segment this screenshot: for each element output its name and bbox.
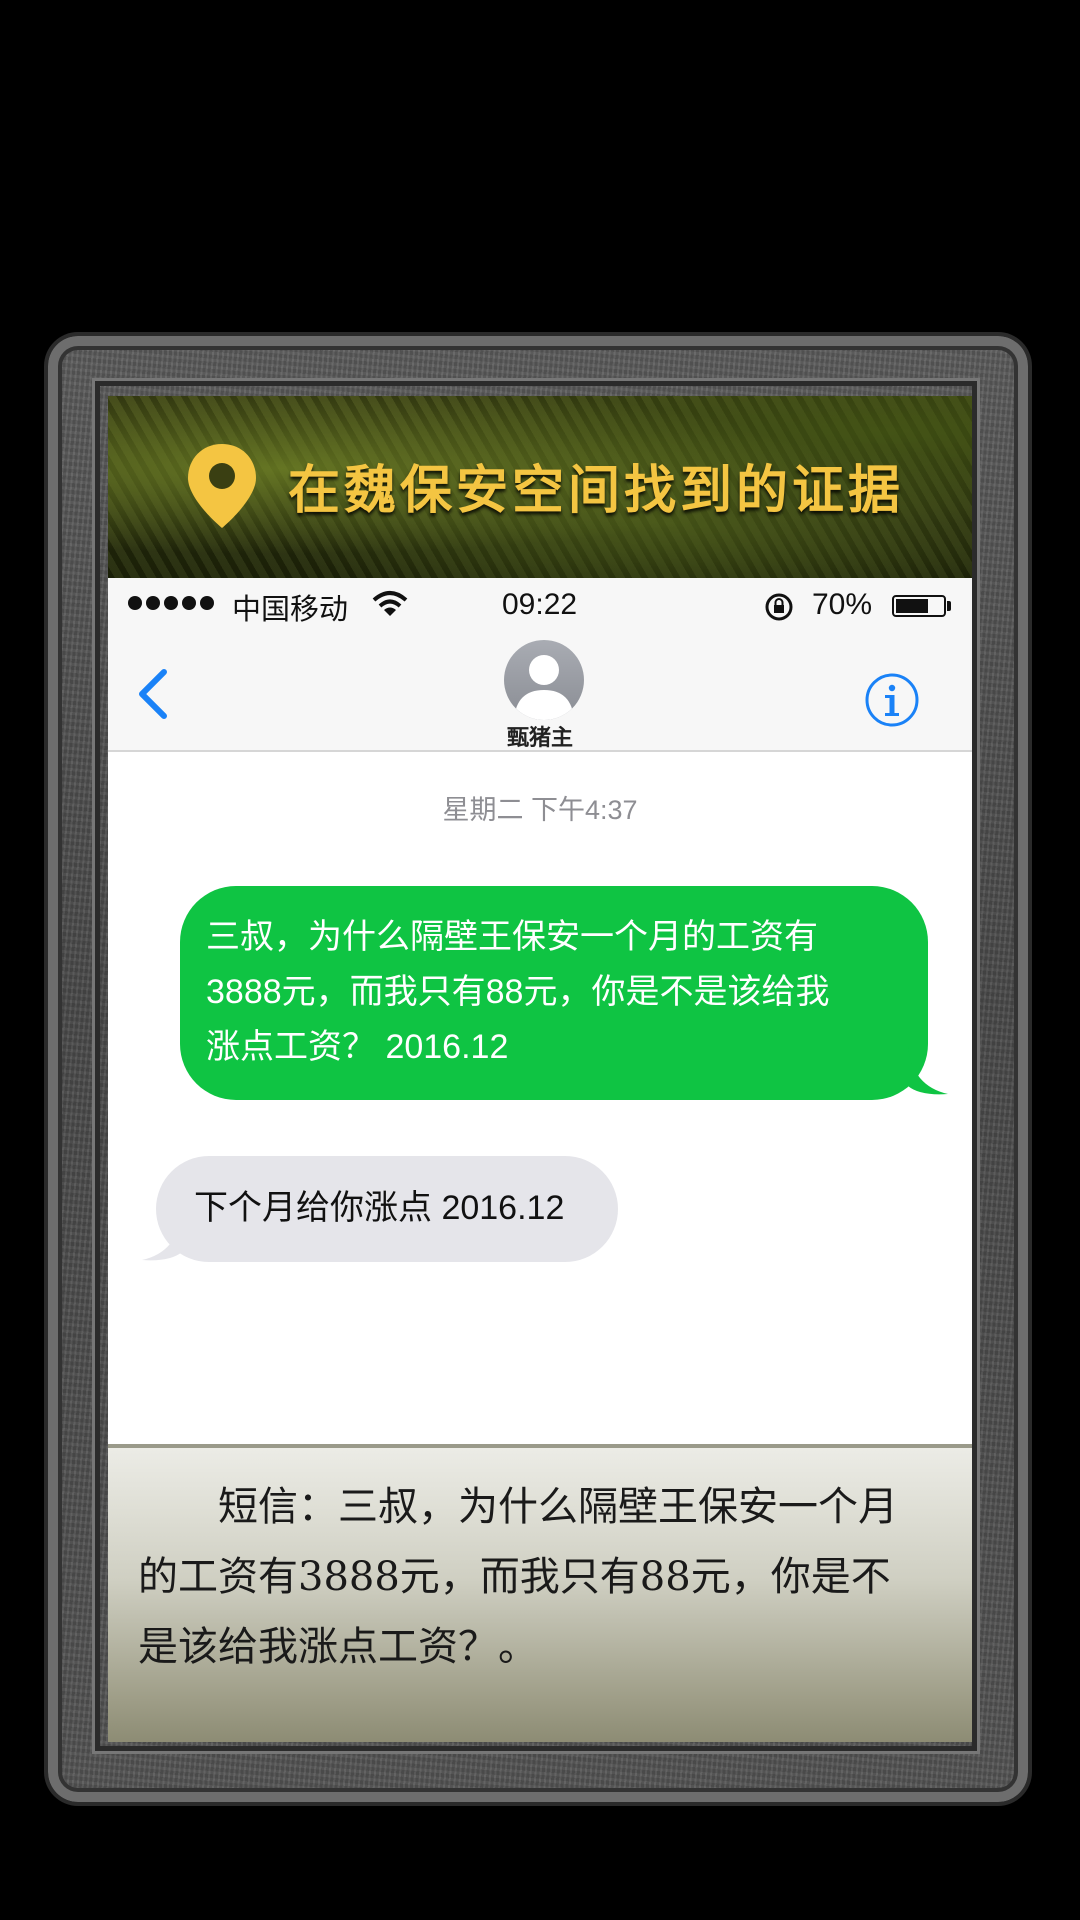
evidence-caption: 短信：三叔，为什么隔壁王保安一个月的工资有3888元，而我只有88元，你是不 是该… <box>108 1444 972 1742</box>
message-line: 3888元，而我只有88元，你是不是该给我 <box>206 973 830 1011</box>
caption-line: 的工资有3888元，而我只有88元，你是不 <box>138 1554 891 1600</box>
contact-avatar[interactable] <box>504 640 584 720</box>
back-chevron-icon[interactable] <box>134 666 174 722</box>
incoming-bubble-tail <box>142 1212 182 1261</box>
location-pin-icon <box>188 444 256 528</box>
outgoing-bubble-tail <box>908 1046 948 1095</box>
contact-name: 甄猪主 <box>506 726 573 751</box>
status-bar: 中国移动 09:22 70% <box>108 578 972 636</box>
evidence-banner: 在魏保安空间找到的证据 <box>108 396 972 578</box>
conversation-nav-bar: 甄猪主 <box>108 636 972 752</box>
carrier-name: 中国移动 <box>232 594 349 626</box>
rotation-lock-icon <box>765 593 793 621</box>
incoming-message-bubble[interactable]: 下个月给你涨点 2016.12 <box>156 1156 618 1262</box>
caption-line: 短信：三叔，为什么隔壁王保安一个月 <box>218 1484 898 1530</box>
battery-percentage: 70% <box>812 588 873 621</box>
phone-screen: 中国移动 09:22 70% 甄猪主 星期二 下午4:37 三叔，为什么隔壁王保… <box>108 578 972 1444</box>
caption-text: 短信：三叔，为什么隔壁王保安一个月的工资有3888元，而我只有88元，你是不 是该… <box>138 1472 942 1682</box>
person-icon <box>514 655 574 720</box>
message-line: 三叔，为什么隔壁王保安一个月的工资有 <box>206 918 818 956</box>
message-line: 下个月给你涨点 2016.12 <box>194 1189 565 1227</box>
message-line: 涨点工资？ 2016.12 <box>206 1028 509 1066</box>
info-icon[interactable] <box>864 672 920 728</box>
status-time: 09:22 <box>502 588 578 621</box>
wifi-icon <box>372 591 408 616</box>
outgoing-message-bubble[interactable]: 三叔，为什么隔壁王保安一个月的工资有 3888元，而我只有88元，你是不是该给我… <box>180 886 928 1100</box>
battery-icon <box>892 595 946 617</box>
caption-line: 是该给我涨点工资？。 <box>138 1624 538 1670</box>
battery-cap <box>947 601 951 611</box>
banner-title: 在魏保安空间找到的证据 <box>288 461 905 521</box>
signal-strength-icon <box>128 596 214 610</box>
message-timestamp: 星期二 下午4:37 <box>442 795 638 825</box>
battery-level-fill <box>896 599 928 613</box>
